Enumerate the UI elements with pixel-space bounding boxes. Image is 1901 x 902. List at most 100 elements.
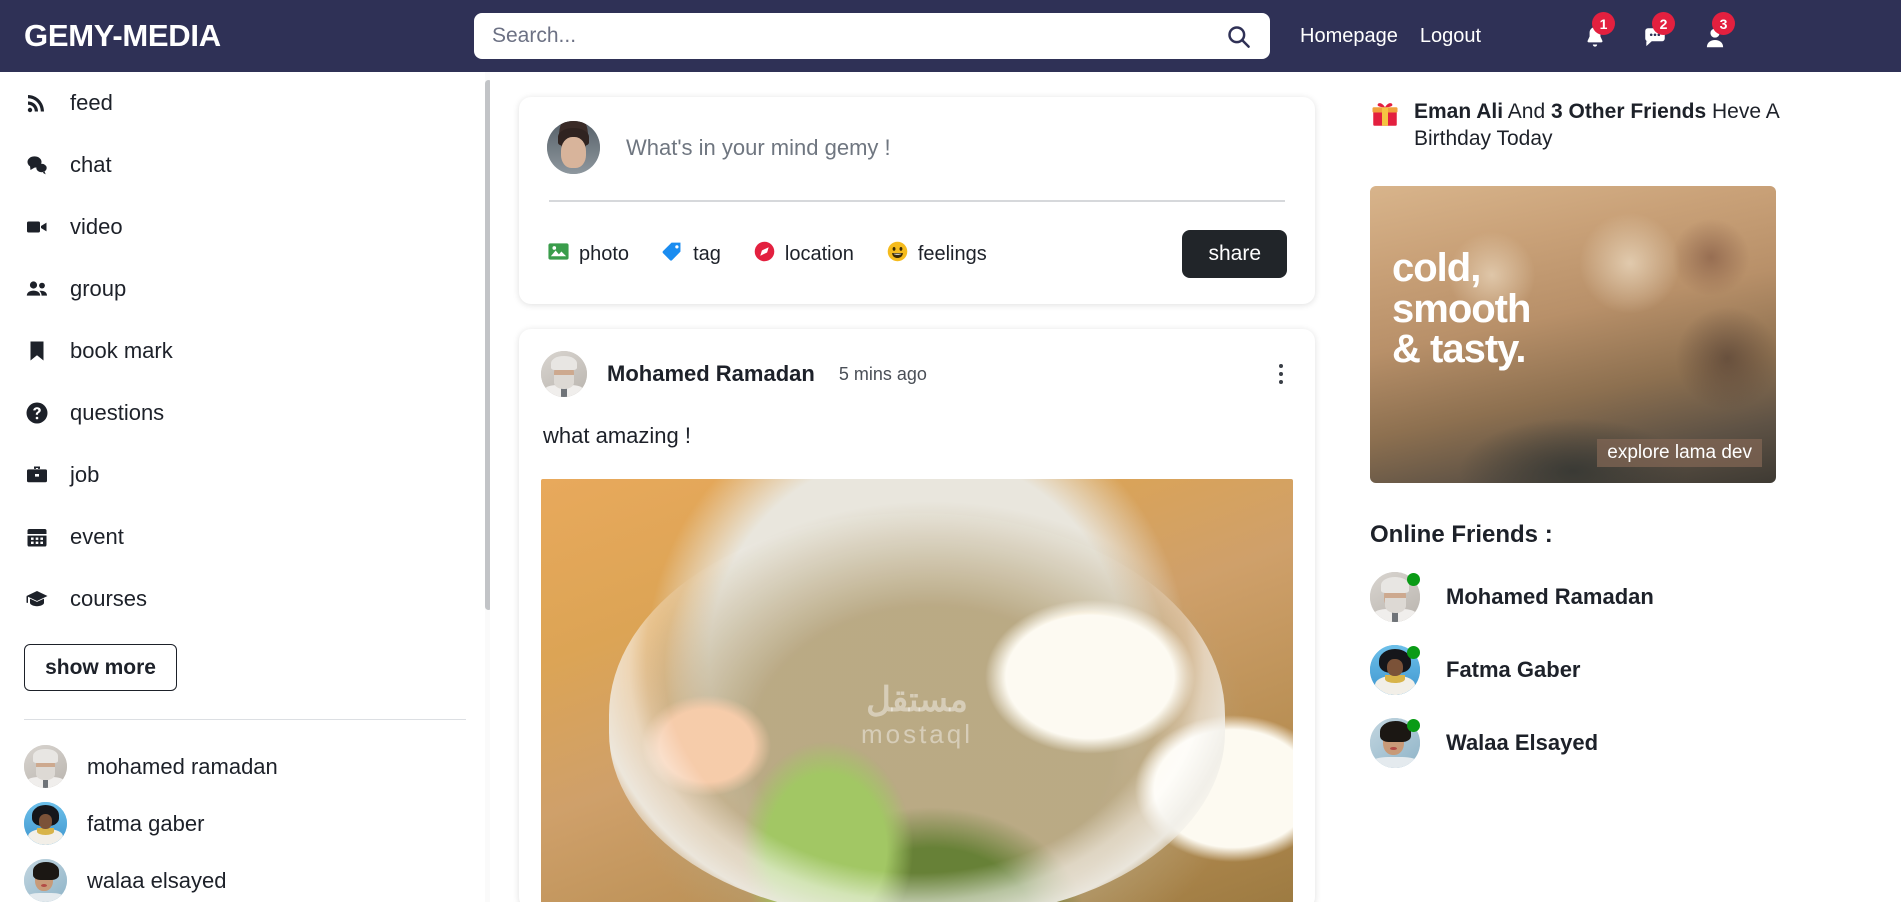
sidebar-friend-name: mohamed ramadan — [87, 753, 278, 779]
notifications-bell-icon[interactable]: 1 — [1580, 12, 1615, 51]
search-input[interactable] — [474, 24, 1225, 48]
post-timestamp: 5 mins ago — [838, 363, 927, 384]
birthday-notice[interactable]: Eman Ali And 3 Other Friends Heve A Birt… — [1370, 99, 1871, 153]
composer-input[interactable] — [626, 134, 1287, 161]
sidebar-item-feed[interactable]: feed — [0, 72, 490, 134]
online-friend-name: Fatma Gaber — [1446, 656, 1581, 682]
photo-icon — [547, 240, 570, 269]
post-composer-card: photo tag location — [519, 97, 1315, 304]
sidebar-item-chat[interactable]: chat — [0, 134, 490, 196]
composer-top-row — [547, 121, 1287, 174]
sidebar-item-bookmark[interactable]: book mark — [0, 320, 490, 382]
avatar — [24, 745, 67, 788]
sidebar-friend-item[interactable]: walaa elsayed — [0, 852, 490, 902]
avatar — [1370, 571, 1420, 622]
sidebar-item-label: video — [70, 214, 123, 239]
ad-headline-line-2: smooth — [1392, 286, 1531, 331]
sidebar-item-label: event — [70, 524, 124, 549]
question-circle-icon — [24, 401, 50, 425]
post-author-name[interactable]: Mohamed Ramadan — [607, 361, 815, 387]
chat-bubbles-icon — [24, 153, 50, 177]
calendar-icon — [24, 525, 50, 549]
online-friend-name: Mohamed Ramadan — [1446, 583, 1654, 609]
messages-chat-icon[interactable]: 2 — [1640, 12, 1675, 51]
bookmark-icon — [24, 339, 50, 363]
composer-user-avatar — [547, 121, 600, 174]
sidebar-friend-item[interactable]: mohamed ramadan — [0, 738, 490, 795]
post-body-text: what amazing ! — [543, 423, 691, 448]
post-author-avatar[interactable] — [541, 351, 587, 397]
feed-post-card: Mohamed Ramadan 5 mins ago what amazing … — [519, 329, 1315, 902]
friend-requests-person-icon[interactable]: 3 — [1700, 12, 1735, 51]
sidebar-scrollbar-thumb[interactable] — [485, 80, 490, 610]
feed-column: photo tag location — [497, 72, 1337, 902]
online-status-dot — [1407, 645, 1420, 659]
composer-actions-row: photo tag location feelings share — [547, 230, 1287, 278]
advertisement-banner[interactable]: cold, smooth & tasty. explore lama dev — [1370, 185, 1776, 483]
search-bar[interactable] — [474, 13, 1270, 59]
people-group-icon — [24, 277, 50, 301]
avatar — [1370, 717, 1420, 768]
birthday-friend-count: 3 Other Friends — [1550, 100, 1707, 123]
sidebar-friend-item[interactable]: fatma gaber — [0, 795, 490, 852]
sidebar-item-label: feed — [70, 90, 113, 115]
online-friend-item[interactable]: Mohamed Ramadan — [1370, 571, 1871, 622]
composer-option-label: tag — [693, 242, 721, 265]
smiley-face-icon — [886, 240, 909, 269]
online-status-dot — [1407, 572, 1420, 586]
video-camera-icon — [24, 215, 50, 239]
briefcase-icon — [24, 463, 50, 487]
homepage-link[interactable]: Homepage — [1300, 25, 1398, 48]
show-more-button[interactable]: show more — [24, 644, 177, 691]
left-sidebar: feed chat video group book mark question… — [0, 72, 490, 902]
sidebar-item-label: book mark — [70, 338, 173, 363]
sidebar-item-label: courses — [70, 586, 148, 611]
sidebar-item-label: job — [70, 462, 100, 487]
sidebar-item-job[interactable]: job — [0, 444, 490, 506]
sidebar-item-event[interactable]: event — [0, 506, 490, 568]
composer-photo-option[interactable]: photo — [547, 240, 629, 269]
composer-option-label: location — [784, 242, 854, 265]
post-image-watermark: مستقل mostaql — [860, 681, 974, 750]
graduation-cap-icon — [24, 587, 50, 611]
composer-option-label: feelings — [917, 242, 987, 265]
share-button[interactable]: share — [1182, 230, 1287, 278]
avatar — [1370, 644, 1420, 695]
sidebar-item-video[interactable]: video — [0, 196, 490, 258]
gift-icon — [1370, 99, 1400, 134]
composer-location-option[interactable]: location — [753, 240, 854, 269]
search-icon[interactable] — [1225, 23, 1252, 50]
composer-tag-option[interactable]: tag — [661, 240, 721, 269]
sidebar-item-label: chat — [70, 152, 112, 177]
composer-divider — [549, 200, 1285, 202]
logout-link[interactable]: Logout — [1420, 25, 1481, 48]
rss-feed-icon — [24, 91, 50, 115]
sidebar-item-questions[interactable]: questions — [0, 382, 490, 444]
tag-icon — [661, 240, 684, 269]
sidebar-divider — [24, 719, 466, 720]
ad-cta-label[interactable]: explore lama dev — [1597, 438, 1762, 467]
birthday-friend-name: Eman Ali — [1414, 100, 1504, 123]
more-vertical-icon[interactable] — [1269, 360, 1293, 388]
app-logo[interactable]: GEMY-MEDIA — [24, 18, 424, 54]
sidebar-friend-name: fatma gaber — [87, 810, 205, 836]
sidebar-item-label: questions — [70, 400, 165, 425]
sidebar-item-group[interactable]: group — [0, 258, 490, 320]
sidebar-item-courses[interactable]: courses — [0, 568, 490, 630]
composer-feelings-option[interactable]: feelings — [886, 240, 987, 269]
header-icon-group: 1 2 3 — [1580, 0, 1735, 72]
friend-requests-badge: 3 — [1712, 12, 1735, 35]
top-header-bar: GEMY-MEDIA Homepage Logout 1 2 — [0, 0, 1901, 72]
post-header: Mohamed Ramadan 5 mins ago — [541, 351, 1293, 397]
ad-headline-line-3: & tasty. — [1392, 327, 1527, 372]
post-image[interactable]: مستقل mostaql — [541, 479, 1293, 902]
avatar — [24, 802, 67, 845]
online-friend-item[interactable]: Fatma Gaber — [1370, 644, 1871, 695]
ad-headline: cold, smooth & tasty. — [1392, 247, 1531, 372]
composer-option-label: photo — [579, 242, 630, 265]
online-friend-item[interactable]: Walaa Elsayed — [1370, 717, 1871, 768]
notifications-badge: 1 — [1592, 12, 1615, 35]
birthday-text: Eman Ali And 3 Other Friends Heve A Birt… — [1414, 99, 1854, 153]
online-friend-name: Walaa Elsayed — [1446, 729, 1599, 755]
sidebar-item-label: group — [70, 276, 127, 301]
